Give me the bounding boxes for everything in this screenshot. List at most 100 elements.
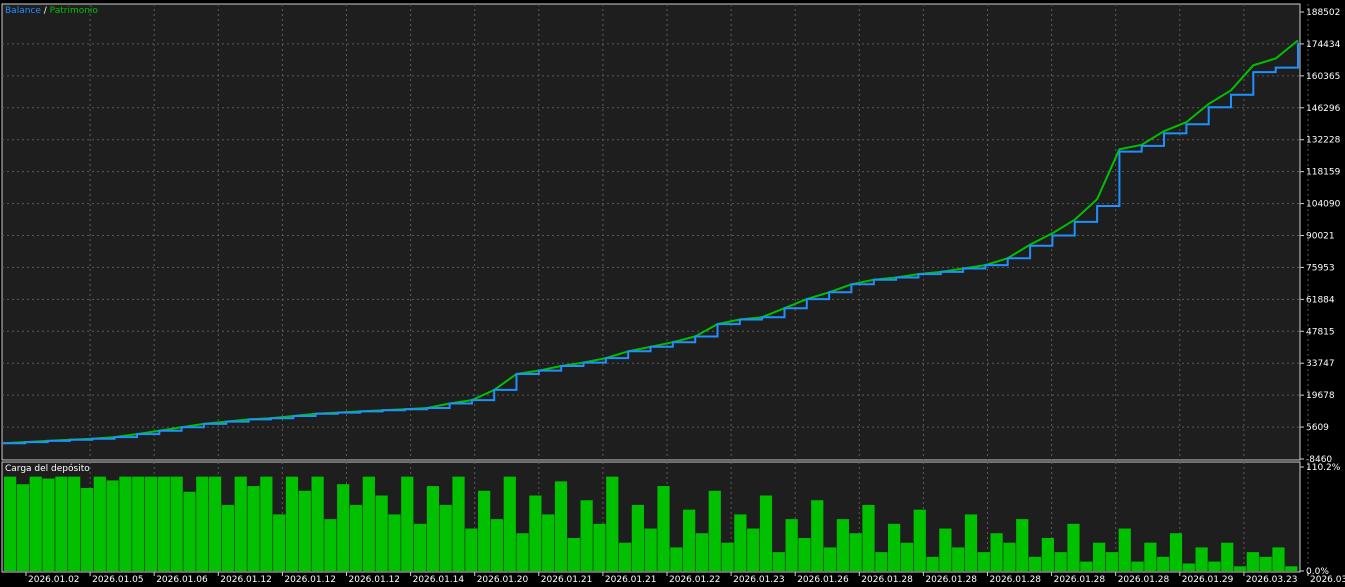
deposit-load-bar <box>1233 566 1247 571</box>
y-tick-label: 19678 <box>1306 391 1335 401</box>
deposit-load-bar <box>926 556 939 571</box>
deposit-load-bar <box>196 476 209 571</box>
deposit-load-bar <box>862 504 875 571</box>
deposit-load-bar <box>593 523 606 571</box>
deposit-load-bar <box>939 528 952 571</box>
deposit-load-bar <box>964 514 978 571</box>
deposit-load-bar <box>16 484 30 571</box>
deposit-load-bar <box>285 476 299 571</box>
deposit-load-bar <box>1272 547 1285 571</box>
deposit-load-bar <box>849 533 862 571</box>
deposit-load-bar <box>273 514 286 571</box>
deposit-load-bar <box>888 523 901 571</box>
y-tick-label: 75953 <box>1306 263 1335 273</box>
deposit-load-bar <box>170 476 183 571</box>
deposit-load-bar <box>836 519 849 571</box>
deposit-load-bar <box>1157 556 1170 571</box>
deposit-load-bar <box>516 533 529 571</box>
y-tick-label: 33747 <box>1306 359 1335 369</box>
deposit-load-bar <box>618 542 632 571</box>
deposit-load-bar <box>80 487 94 571</box>
deposit-load-bar <box>234 476 247 571</box>
deposit-load-bar <box>298 490 311 571</box>
deposit-load-bar <box>900 542 914 571</box>
x-tick-label: 2026.01.28 <box>925 575 977 585</box>
deposit-load-bar <box>1016 519 1029 571</box>
deposit-load-bar <box>542 514 555 571</box>
deposit-load-bar <box>657 486 670 571</box>
deposit-load-bar <box>55 476 68 571</box>
y-tick-label: 146296 <box>1306 104 1341 114</box>
x-tick-label: 2026.01.06 <box>156 575 208 585</box>
main-panel <box>1 3 1301 461</box>
deposit-load-bar <box>952 547 965 571</box>
deposit-load-bar <box>567 537 580 571</box>
deposit-load-bar <box>1208 561 1221 571</box>
deposit-load-bar <box>1105 552 1119 571</box>
deposit-load-bar <box>580 500 593 571</box>
deposit-load-bar <box>68 476 81 571</box>
x-tick-label: 2026.01.22 <box>669 575 721 585</box>
deposit-load-bar <box>606 476 619 571</box>
deposit-load-bar <box>747 528 760 571</box>
y-tick-label: 132228 <box>1306 136 1341 146</box>
deposit-load-bar <box>759 495 773 571</box>
deposit-load-bar <box>93 476 106 571</box>
y-tick-label: 188502 <box>1306 8 1340 18</box>
deposit-load-bar <box>554 481 568 571</box>
deposit-load-bar <box>1195 547 1208 571</box>
sub-y-tick-label: 110.2% <box>1306 463 1341 473</box>
legend-balance: Balance <box>5 6 41 16</box>
y-tick-label: 47815 <box>1306 327 1335 337</box>
x-tick-label: 2026.01.12 <box>220 575 272 585</box>
y-tick-label: 118159 <box>1306 168 1341 178</box>
deposit-load-bar <box>798 537 811 571</box>
deposit-load-bar <box>644 528 657 571</box>
deposit-load-bar <box>42 478 55 571</box>
deposit-load-bar <box>119 476 132 571</box>
deposit-load-bar <box>106 480 119 571</box>
deposit-load-bar <box>1093 542 1106 571</box>
deposit-load-bar <box>1182 563 1195 571</box>
y-tick-label: 104090 <box>1306 200 1341 210</box>
x-tick-label: 2026.03.23 <box>1246 575 1298 585</box>
deposit-load-bar <box>1080 561 1093 571</box>
deposit-load-bar <box>1054 552 1067 571</box>
deposit-load-bar <box>721 542 734 571</box>
deposit-load-bar <box>157 476 170 571</box>
legend: Balance / Patrimonio <box>5 6 98 16</box>
deposit-load-bar <box>734 514 747 571</box>
y-tick-label: 5609 <box>1306 423 1329 433</box>
deposit-load-bar <box>631 504 644 571</box>
deposit-load-bar <box>375 495 388 571</box>
x-tick-label: 2026.01.20 <box>477 575 529 585</box>
chart-window: 188502 174434 160365 146296 132228 118159 1040… <box>0 0 1345 587</box>
deposit-load-bar <box>503 476 516 571</box>
x-tick-label: 2026.01.14 <box>413 575 465 585</box>
sub-y-tick-label: 0.0% <box>1306 567 1329 577</box>
x-tick-label: 2026.01.12 <box>284 575 336 585</box>
deposit-load-bar <box>490 519 504 571</box>
deposit-load-bar <box>311 476 324 571</box>
deposit-load-bar <box>260 476 273 571</box>
y-tick-label: 174434 <box>1306 40 1341 50</box>
deposit-load-bar <box>388 514 401 571</box>
deposit-load-bar <box>452 476 465 571</box>
deposit-load-bar <box>221 504 235 571</box>
deposit-load-bar <box>1028 556 1042 571</box>
deposit-load-bar <box>1221 542 1234 571</box>
deposit-load-bar <box>4 476 17 571</box>
deposit-load-bar <box>913 509 926 571</box>
deposit-load-bar <box>785 519 798 571</box>
deposit-load-bar <box>683 509 696 571</box>
deposit-load-bar <box>1246 552 1259 571</box>
deposit-load-bar <box>478 490 491 571</box>
deposit-load-bar <box>529 495 542 571</box>
x-tick-label: 2026.01.28 <box>1118 575 1170 585</box>
x-tick-label: 2026.01.02 <box>28 575 80 585</box>
deposit-load-bar <box>811 500 824 571</box>
legend-separator: / <box>40 6 50 16</box>
deposit-load-bar <box>695 533 709 571</box>
x-tick-label: 2026.01.26 <box>797 575 849 585</box>
deposit-load-bar <box>401 476 414 571</box>
